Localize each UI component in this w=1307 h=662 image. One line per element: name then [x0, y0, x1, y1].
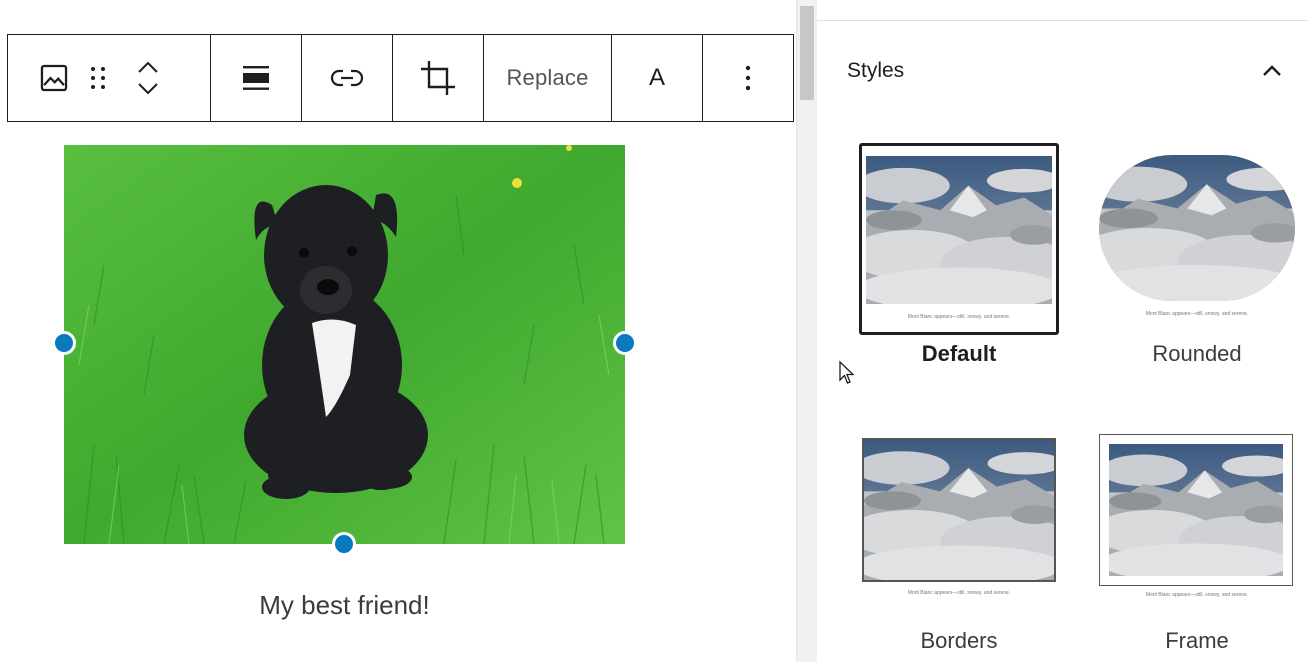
- mountain-thumbnail: [864, 440, 1054, 580]
- scrollbar-thumb[interactable]: [800, 6, 814, 100]
- preview-caption: Mont Blanc appears—still, snowy, and ser…: [907, 590, 1011, 596]
- block-mover: [128, 48, 168, 108]
- styles-panel-toggle[interactable]: Styles: [817, 44, 1307, 98]
- style-option-default[interactable]: Mont Blanc appears—still, snowy, and ser…: [857, 141, 1061, 381]
- align-button[interactable]: [211, 35, 302, 121]
- mountain-thumbnail: [1109, 444, 1283, 576]
- toolbar-group-block: [8, 35, 211, 121]
- style-label-frame: Frame: [1165, 628, 1229, 653]
- style-label-default: Default: [921, 341, 997, 366]
- mountain-thumbnail: [1099, 155, 1295, 301]
- preview-caption: Mont Blanc appears—still, snowy, and ser…: [1145, 311, 1249, 317]
- resize-handle-bottom[interactable]: [332, 532, 356, 556]
- resize-handle-right[interactable]: [613, 331, 637, 355]
- style-option-rounded[interactable]: Mont Blanc appears—still, snowy, and ser…: [1097, 141, 1297, 381]
- puppy-photo: [64, 145, 625, 544]
- more-options-button[interactable]: [703, 35, 793, 121]
- link-icon: [330, 69, 364, 87]
- preview-caption: Mont Blanc appears—still, snowy, and ser…: [907, 314, 1011, 320]
- style-preview-rounded: [1099, 155, 1295, 301]
- image-block[interactable]: [52, 145, 637, 556]
- text-icon: A: [648, 64, 665, 91]
- block-toolbar: Replace A: [7, 34, 794, 122]
- style-label-rounded: Rounded: [1152, 341, 1242, 366]
- settings-sidebar: Styles Mont Blanc appears—still, snowy, …: [817, 0, 1307, 662]
- style-preview-borders: [862, 438, 1056, 582]
- resize-handle-left[interactable]: [52, 331, 76, 355]
- chevron-up-icon: [1263, 65, 1281, 76]
- drag-handle-icon: [91, 67, 105, 89]
- drag-button[interactable]: [82, 58, 114, 98]
- sidebar-divider: [817, 20, 1307, 21]
- image-icon: [40, 64, 68, 92]
- replace-label: Replace: [506, 65, 589, 90]
- editor-canvas: Replace A My best friend!: [0, 0, 796, 662]
- text-overlay-button[interactable]: A: [612, 35, 703, 121]
- style-preview-default: Mont Blanc appears—still, snowy, and ser…: [859, 143, 1059, 335]
- canvas-scrollbar[interactable]: [796, 0, 817, 662]
- mouse-cursor-icon: [839, 360, 855, 384]
- link-button[interactable]: [302, 35, 393, 121]
- style-label-borders: Borders: [920, 628, 998, 653]
- style-option-frame[interactable]: Mont Blanc appears—still, snowy, and ser…: [1097, 430, 1297, 662]
- preview-caption: Mont Blanc appears—still, snowy, and ser…: [1145, 592, 1249, 598]
- chevron-up-icon[interactable]: [134, 56, 162, 78]
- more-vertical-icon: [745, 65, 751, 91]
- mountain-thumbnail: [866, 156, 1052, 304]
- replace-button[interactable]: Replace: [484, 35, 612, 121]
- image-caption[interactable]: My best friend!: [64, 590, 625, 621]
- crop-icon: [421, 61, 455, 95]
- image-block-button[interactable]: [36, 58, 72, 98]
- style-preview-frame: [1099, 434, 1293, 586]
- align-full-icon: [243, 66, 269, 90]
- style-option-borders[interactable]: Mont Blanc appears—still, snowy, and ser…: [857, 430, 1061, 662]
- chevron-down-icon[interactable]: [134, 78, 162, 100]
- styles-panel-title: Styles: [847, 59, 905, 82]
- crop-button[interactable]: [393, 35, 484, 121]
